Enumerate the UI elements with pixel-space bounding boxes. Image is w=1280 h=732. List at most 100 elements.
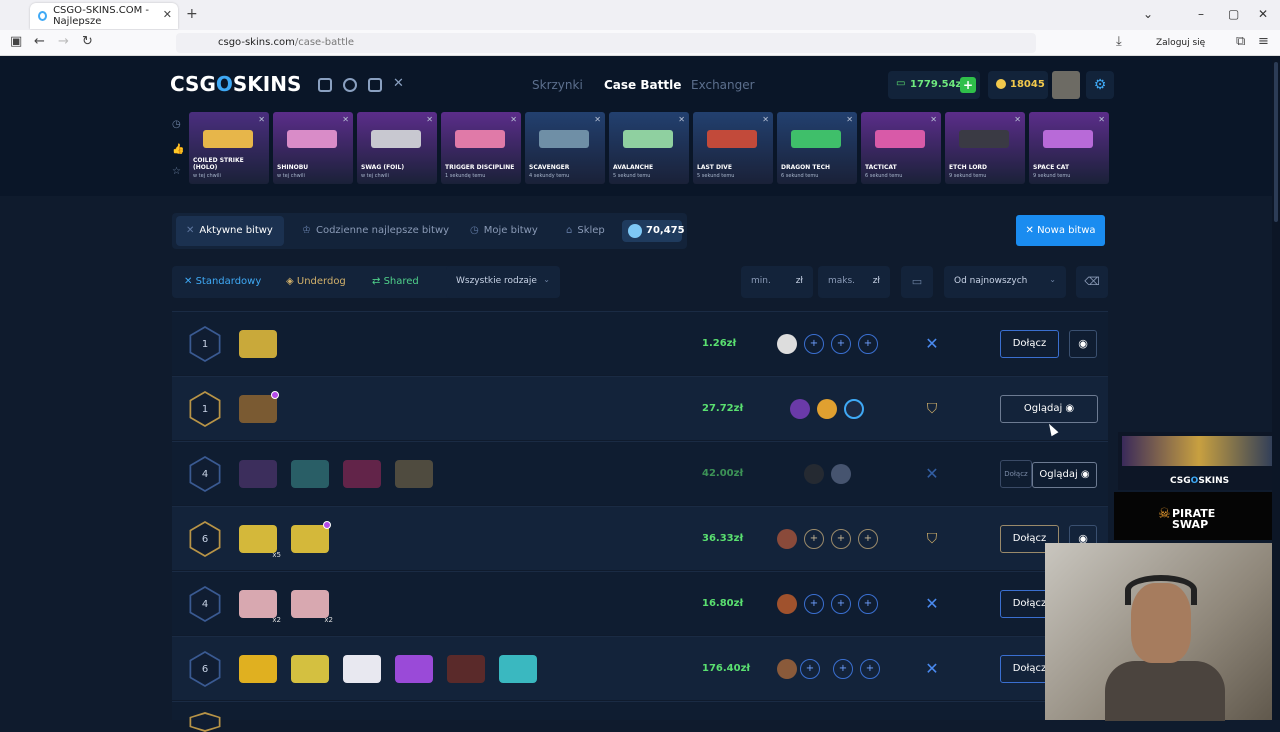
- calendar-button[interactable]: ▭: [901, 266, 933, 298]
- login-link[interactable]: Zaloguj się: [1156, 38, 1205, 48]
- close-tab-icon[interactable]: ✕: [163, 8, 172, 21]
- case-icon: ✕: [258, 115, 265, 124]
- drop-card[interactable]: ✕ SCAVENGER 4 sekundy temu: [525, 112, 605, 184]
- watch-button[interactable]: Oglądaj ◉: [1032, 462, 1097, 488]
- site-logo[interactable]: CSGOSKINS: [170, 72, 301, 96]
- empty-slot[interactable]: +: [831, 334, 851, 354]
- scrollbar-thumb[interactable]: [1274, 62, 1278, 222]
- nav-exchanger[interactable]: Exchanger: [691, 78, 755, 92]
- deposit-button[interactable]: +: [960, 77, 976, 93]
- drop-card[interactable]: ✕ SPACE CAT 9 sekund temu: [1029, 112, 1109, 184]
- drop-card[interactable]: ✕ SHINOBU w tej chwili: [273, 112, 353, 184]
- discord-icon[interactable]: [318, 78, 332, 92]
- nav-case-battle[interactable]: Case Battle: [604, 78, 681, 92]
- empty-slot[interactable]: +: [831, 594, 851, 614]
- forward-icon[interactable]: →: [58, 34, 69, 49]
- battle-row[interactable]: 6 176.40zł + + + ✕ Dołącz: [172, 636, 1108, 700]
- new-tab-icon[interactable]: +: [186, 6, 198, 22]
- extensions-icon[interactable]: ⧉: [1236, 34, 1245, 49]
- headphones-icon: [1125, 575, 1197, 605]
- drop-card[interactable]: ✕ LAST DIVE 5 sekund temu: [693, 112, 773, 184]
- sidebar-icon[interactable]: ▣: [10, 34, 22, 49]
- drop-time: w tej chwili: [277, 173, 305, 179]
- empty-slot[interactable]: +: [858, 529, 878, 549]
- empty-slot[interactable]: +: [831, 529, 851, 549]
- reload-icon[interactable]: ↻: [82, 34, 93, 49]
- battle-row[interactable]: 4 42.00zł ✕ Dołącz Oglądaj ◉: [172, 441, 1108, 505]
- min-price-input[interactable]: min. zł: [741, 266, 813, 298]
- battle-row[interactable]: 1 27.72zł ⛉ Oglądaj ◉: [172, 376, 1108, 440]
- drop-card[interactable]: ✕ SWAG (FOIL) w tej chwili: [357, 112, 437, 184]
- drop-card[interactable]: ✕ AVALANCHE 5 sekund temu: [609, 112, 689, 184]
- user-avatar[interactable]: [1052, 71, 1080, 99]
- battle-row[interactable]: 1 1.26zł + + + ✕ Dołącz ◉: [172, 311, 1108, 375]
- drop-card[interactable]: ✕ TRIGGER DISCIPLINE 1 sekundę temu: [441, 112, 521, 184]
- coins-display: 18045: [988, 71, 1048, 99]
- empty-slot[interactable]: +: [833, 659, 853, 679]
- drop-time: 6 sekund temu: [781, 173, 819, 179]
- x-icon[interactable]: ✕: [393, 76, 407, 91]
- case-image: [291, 655, 329, 683]
- tab-daily-best[interactable]: ♔ Codzienne najlepsze bitwy: [302, 225, 449, 236]
- battle-price: 176.40zł: [702, 663, 751, 674]
- case-icon: ✕: [342, 115, 349, 124]
- close-window-icon[interactable]: ✕: [1258, 7, 1268, 21]
- instagram-icon[interactable]: [368, 78, 382, 92]
- badge-dot-icon: [323, 521, 331, 529]
- drop-card[interactable]: ✕ DRAGON TECH 6 sekund temu: [777, 112, 857, 184]
- tab-my-battles[interactable]: ◷ Moje bitwy: [470, 225, 538, 236]
- filter-underdog[interactable]: ◈ Underdog: [286, 276, 346, 287]
- max-price-input[interactable]: maks. zł: [818, 266, 890, 298]
- balance-display[interactable]: ▭ 1779.54zł +: [888, 71, 980, 99]
- tabs-list-icon[interactable]: ⌄: [1143, 7, 1153, 21]
- drop-card[interactable]: ✕ ETCH LORD 9 sekund temu: [945, 112, 1025, 184]
- battle-row[interactable]: [172, 701, 1108, 732]
- filter-shared[interactable]: ⇄ Shared: [372, 276, 419, 287]
- sort-select[interactable]: Od najnowszych ⌄: [944, 266, 1066, 298]
- case-image: [343, 655, 381, 683]
- rounds-badge: 6: [189, 651, 221, 687]
- skin-image: [539, 130, 589, 148]
- pirate-icon: ☠: [1158, 506, 1171, 522]
- battle-row[interactable]: 4 x2 x2 16.80zł + + + ✕ Dołącz: [172, 571, 1108, 635]
- settings-button[interactable]: ⚙: [1086, 71, 1114, 99]
- maximize-icon[interactable]: ▢: [1228, 7, 1239, 21]
- tab-active-battles[interactable]: ✕ Aktywne bitwy: [186, 225, 273, 236]
- empty-slot[interactable]: +: [858, 594, 878, 614]
- empty-slot[interactable]: +: [800, 659, 820, 679]
- skin-image: [959, 130, 1009, 148]
- drop-time: w tej chwili: [361, 173, 389, 179]
- join-button[interactable]: Dołącz: [1000, 330, 1059, 358]
- case-image: x2: [239, 590, 281, 624]
- case-icon: ✕: [930, 115, 937, 124]
- address-bar[interactable]: csgo-skins.com/case-battle: [176, 33, 1036, 53]
- minimize-icon[interactable]: –: [1198, 7, 1204, 21]
- new-battle-button[interactable]: ✕ Nowa bitwa: [1016, 215, 1105, 246]
- type-select[interactable]: Wszystkie rodzaje ⌄: [446, 266, 560, 298]
- facebook-icon[interactable]: [343, 78, 357, 92]
- drop-card[interactable]: ✕ TACTICAT 6 sekund temu: [861, 112, 941, 184]
- download-icon[interactable]: ⤓: [1116, 34, 1122, 49]
- watch-button[interactable]: Oglądaj ◉: [1000, 395, 1098, 423]
- empty-slot[interactable]: +: [804, 334, 824, 354]
- battle-row[interactable]: 6 x5 36.33zł + + + ⛉ Dołącz ◉: [172, 506, 1108, 570]
- tab-shop[interactable]: ⌂ Sklep: [566, 225, 605, 236]
- clear-filters-button[interactable]: ⌫: [1076, 266, 1108, 298]
- nav-cases[interactable]: Skrzynki: [532, 78, 583, 92]
- menu-icon[interactable]: ≡: [1258, 34, 1269, 49]
- tab-title: CSGO-SKINS.COM - Najlepsze: [53, 5, 150, 27]
- empty-slot[interactable]: +: [804, 529, 824, 549]
- join-button[interactable]: Dołącz: [1000, 460, 1032, 488]
- page-scrollbar[interactable]: [1272, 56, 1280, 720]
- history-icon: ◷: [470, 225, 479, 236]
- back-icon[interactable]: ←: [34, 34, 45, 49]
- browser-tab[interactable]: CSGO-SKINS.COM - Najlepsze ✕: [30, 3, 178, 29]
- filter-standard[interactable]: ✕ Standardowy: [184, 276, 261, 287]
- standard-mode-icon: ✕: [925, 334, 939, 353]
- eye-icon[interactable]: ◉: [1069, 330, 1097, 358]
- empty-slot[interactable]: +: [858, 334, 878, 354]
- drop-card[interactable]: ✕ COILED STRIKE (HOLO) w tej chwili: [189, 112, 269, 184]
- empty-slot[interactable]: +: [804, 594, 824, 614]
- drop-skin-name: SHINOBU: [277, 164, 309, 171]
- empty-slot[interactable]: +: [860, 659, 880, 679]
